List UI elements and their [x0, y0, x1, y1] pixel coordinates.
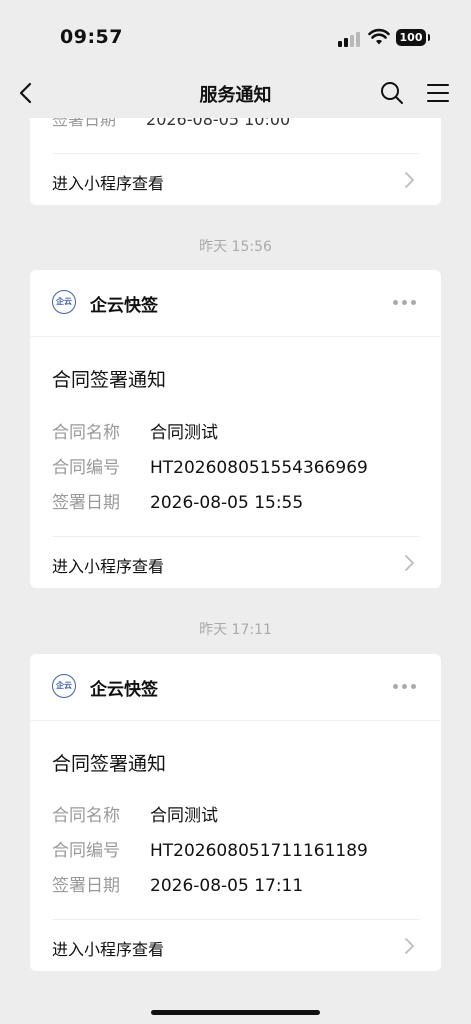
- message-card: 企云 企云快签 合同签署通知 合同名称 合同测试 合同编号 HT2026080515…: [30, 270, 441, 588]
- chevron-right-icon[interactable]: [404, 937, 416, 955]
- sender-name: 企云快签: [90, 296, 158, 316]
- sender-logo: 企云: [52, 674, 76, 698]
- open-mini-program-link[interactable]: 进入小程序查看: [52, 553, 164, 577]
- field-label: 合同名称: [52, 806, 120, 826]
- field-value: HT202608051554366969: [150, 458, 368, 478]
- message-timestamp: 昨天 17:11: [199, 622, 272, 638]
- field-label: 签署日期: [52, 493, 120, 513]
- home-indicator[interactable]: [151, 1010, 320, 1015]
- message-title: 合同签署通知: [52, 369, 167, 391]
- field-label: 合同编号: [52, 841, 120, 861]
- field-row: 合同编号 HT202608051711161189: [52, 836, 368, 861]
- field-value: 合同测试: [150, 423, 218, 443]
- field-label: 签署日期: [52, 876, 120, 896]
- field-row: 合同名称 合同测试: [52, 801, 218, 826]
- divider: [52, 919, 419, 920]
- message-timestamp: 昨天 15:56: [199, 239, 272, 255]
- field-row: 合同编号 HT202608051554366969: [52, 453, 368, 478]
- field-label: 合同编号: [52, 458, 120, 478]
- field-value: HT202608051711161189: [150, 841, 368, 861]
- chevron-right-icon[interactable]: [404, 171, 416, 189]
- status-bar: 09:57 100: [0, 0, 471, 78]
- nav-bar: 服务通知: [0, 70, 471, 118]
- open-mini-program-link[interactable]: 进入小程序查看: [52, 170, 164, 194]
- sender-header[interactable]: 企云 企云快签: [30, 270, 441, 337]
- message-card: 企云 企云快签 合同签署通知 合同名称 合同测试 合同编号 HT2026080517…: [30, 654, 441, 971]
- sender-name: 企云快签: [90, 680, 158, 700]
- field-value: 2026-08-05 17:11: [150, 876, 304, 896]
- field-row: 合同名称 合同测试: [52, 418, 218, 443]
- search-icon[interactable]: [378, 79, 406, 107]
- open-mini-program-link[interactable]: 进入小程序查看: [52, 936, 164, 960]
- divider: [52, 536, 419, 537]
- field-value: 合同测试: [150, 806, 218, 826]
- cellular-signal-icon: [338, 31, 362, 47]
- status-time: 09:57: [60, 26, 123, 48]
- field-row: 签署日期 2026-08-05 15:55: [52, 488, 303, 513]
- more-icon[interactable]: [393, 300, 417, 306]
- divider: [52, 153, 419, 154]
- field-value: 2026-08-05 15:55: [150, 493, 304, 513]
- sender-logo: 企云: [52, 290, 76, 314]
- field-row: 签署日期 2026-08-05 17:11: [52, 871, 303, 896]
- wifi-icon: [368, 28, 390, 45]
- battery-icon: 100: [396, 29, 430, 46]
- field-label: 合同名称: [52, 423, 120, 443]
- menu-icon[interactable]: [424, 79, 452, 107]
- sender-header[interactable]: 企云 企云快签: [30, 654, 441, 721]
- more-icon[interactable]: [393, 684, 417, 690]
- message-title: 合同签署通知: [52, 753, 167, 775]
- chevron-right-icon[interactable]: [404, 554, 416, 572]
